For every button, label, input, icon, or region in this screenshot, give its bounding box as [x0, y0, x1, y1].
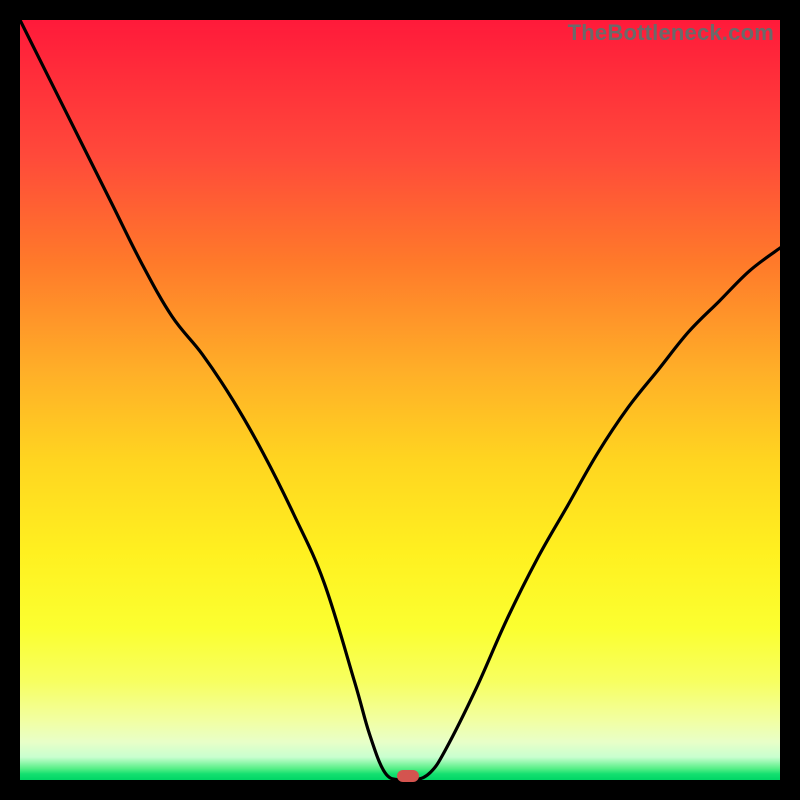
plot-area: TheBottleneck.com	[20, 20, 780, 780]
optimal-point-marker	[397, 770, 419, 782]
stage: TheBottleneck.com	[0, 0, 800, 800]
bottleneck-curve	[20, 20, 780, 780]
